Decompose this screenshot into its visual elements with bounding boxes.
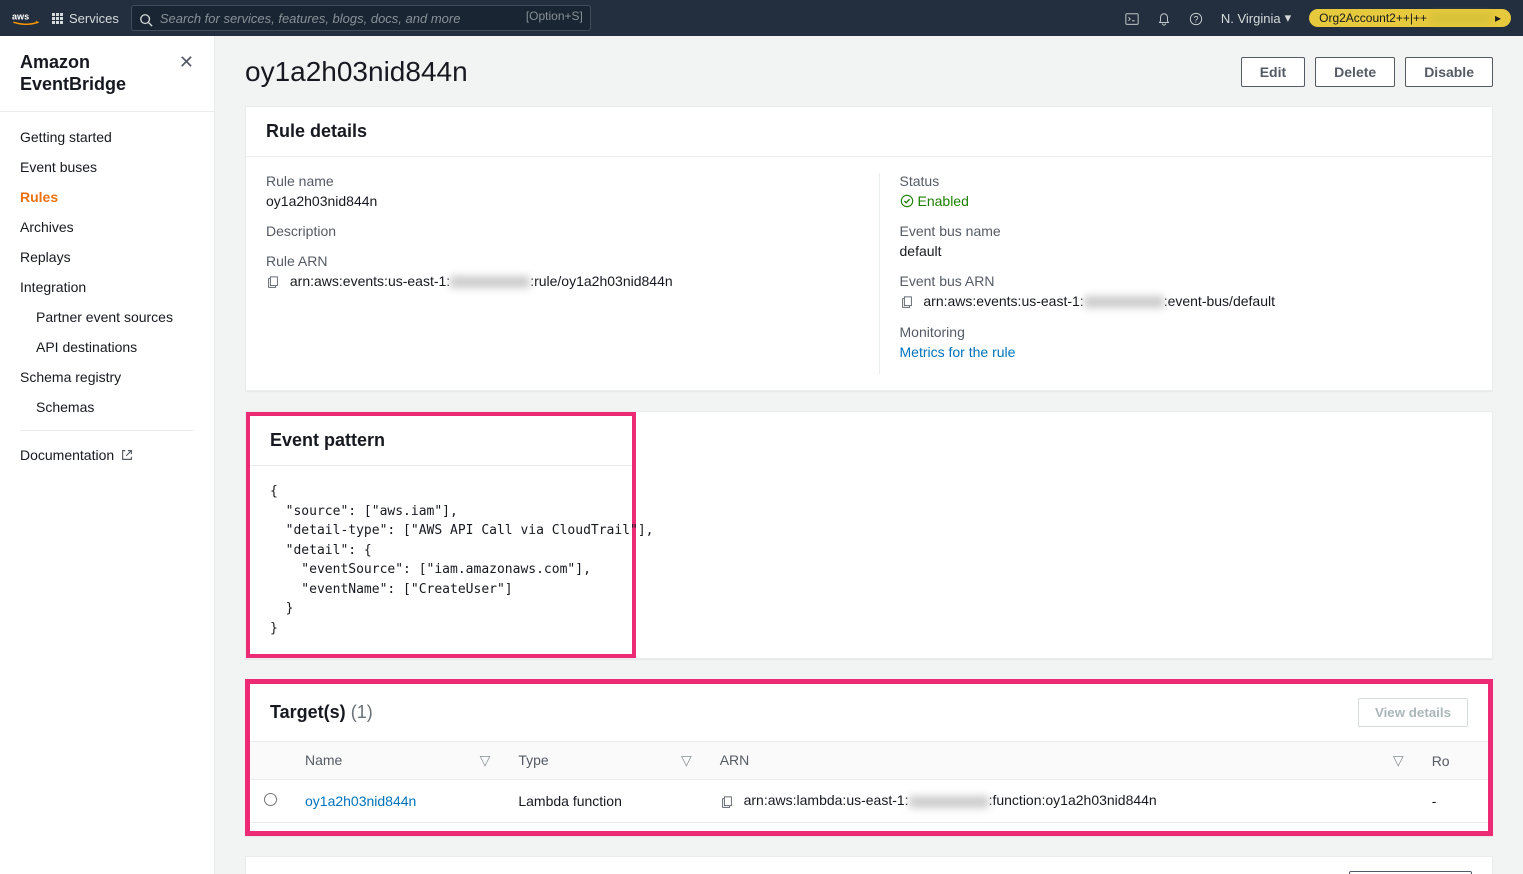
- aws-logo[interactable]: aws: [12, 9, 40, 27]
- services-label: Services: [69, 11, 119, 26]
- svg-text:?: ?: [1193, 15, 1198, 25]
- sidebar-item-integration[interactable]: Integration: [0, 272, 214, 302]
- close-icon[interactable]: ✕: [179, 52, 194, 73]
- sidebar-item-getting-started[interactable]: Getting started: [0, 122, 214, 152]
- event-pattern-code: { "source": ["aws.iam"], "detail-type": …: [270, 482, 612, 638]
- search-shortcut: [Option+S]: [526, 9, 583, 23]
- redacted: [1431, 13, 1491, 23]
- sidebar-item-archives[interactable]: Archives: [0, 212, 214, 242]
- status-label: Status: [900, 173, 1473, 189]
- cloudshell-icon[interactable]: [1125, 10, 1139, 26]
- rule-details-heading: Rule details: [246, 107, 1492, 157]
- documentation-label: Documentation: [20, 447, 114, 463]
- sidebar-item-partner-sources[interactable]: Partner event sources: [0, 302, 214, 332]
- description-label: Description: [266, 223, 839, 239]
- monitoring-link[interactable]: Metrics for the rule: [900, 344, 1016, 360]
- rule-name-label: Rule name: [266, 173, 839, 189]
- copy-icon[interactable]: [266, 274, 280, 290]
- sidebar-item-rules[interactable]: Rules: [0, 182, 214, 212]
- check-circle-icon: [900, 194, 914, 208]
- sidebar-title: Amazon EventBridge: [20, 52, 179, 95]
- region-label: N. Virginia: [1221, 11, 1281, 26]
- rule-name-value: oy1a2h03nid844n: [266, 193, 839, 209]
- search-container: [Option+S]: [131, 5, 591, 31]
- account-label: Org2Account2++|++: [1319, 11, 1427, 25]
- column-arn[interactable]: ARN▽: [706, 742, 1418, 780]
- chevron-down-icon: ▸: [1495, 11, 1501, 25]
- sidebar-item-replays[interactable]: Replays: [0, 242, 214, 272]
- target-name-link[interactable]: oy1a2h03nid844n: [305, 793, 416, 809]
- services-menu[interactable]: Services: [52, 11, 119, 26]
- sidebar-item-schema-registry[interactable]: Schema registry: [0, 362, 214, 392]
- event-pattern-heading: Event pattern: [250, 416, 632, 466]
- target-select-radio[interactable]: [264, 793, 277, 806]
- targets-count: (1): [351, 702, 373, 722]
- event-pattern-panel: Event pattern { "source": ["aws.iam"], "…: [245, 411, 1493, 659]
- sidebar-item-api-destinations[interactable]: API destinations: [0, 332, 214, 362]
- targets-heading: Target(s): [270, 702, 346, 722]
- table-row: oy1a2h03nid844n Lambda function arn:aws:…: [250, 780, 1488, 822]
- search-icon: [139, 11, 153, 27]
- column-role: Ro: [1418, 742, 1488, 780]
- top-navigation: aws Services [Option+S] ? N. Virginia ▾ …: [0, 0, 1523, 36]
- external-link-icon: [120, 448, 134, 462]
- eventbus-name-value: default: [900, 243, 1473, 259]
- eventbus-arn-label: Event bus ARN: [900, 273, 1473, 289]
- grid-icon: [52, 13, 63, 24]
- tags-panel: Tags (0) Manage tags: [245, 856, 1493, 874]
- view-details-button[interactable]: View details: [1358, 698, 1468, 727]
- search-input[interactable]: [131, 5, 591, 31]
- help-icon[interactable]: ?: [1189, 10, 1203, 26]
- eventbus-arn-value: arn:aws:events:us-east-1::event-bus/defa…: [923, 293, 1275, 309]
- delete-button[interactable]: Delete: [1315, 57, 1395, 87]
- copy-icon[interactable]: [720, 794, 734, 810]
- rule-details-panel: Rule details Rule name oy1a2h03nid844n D…: [245, 106, 1493, 391]
- disable-button[interactable]: Disable: [1405, 57, 1493, 87]
- target-type: Lambda function: [504, 780, 705, 822]
- chevron-down-icon: ▾: [1285, 10, 1292, 26]
- sort-icon: ▽: [1393, 752, 1404, 769]
- region-selector[interactable]: N. Virginia ▾: [1221, 10, 1291, 26]
- target-role: -: [1418, 780, 1488, 822]
- column-name[interactable]: Name▽: [291, 742, 504, 780]
- svg-text:aws: aws: [12, 11, 29, 21]
- rule-arn-value: arn:aws:events:us-east-1::rule/oy1a2h03n…: [290, 273, 673, 289]
- page-title: oy1a2h03nid844n: [245, 56, 468, 88]
- account-menu[interactable]: Org2Account2++|++ ▸: [1309, 9, 1511, 27]
- targets-panel: Target(s) (1) View details Name▽ Type▽ A…: [245, 679, 1493, 835]
- sidebar-item-schemas[interactable]: Schemas: [0, 392, 214, 422]
- targets-table: Name▽ Type▽ ARN▽ Ro oy1a2h03nid844n Lamb…: [250, 742, 1488, 822]
- monitoring-label: Monitoring: [900, 324, 1473, 340]
- sort-icon: ▽: [480, 752, 491, 769]
- column-type[interactable]: Type▽: [504, 742, 705, 780]
- sidebar-item-event-buses[interactable]: Event buses: [0, 152, 214, 182]
- main-content: oy1a2h03nid844n Edit Delete Disable Rule…: [215, 36, 1523, 874]
- eventbus-name-label: Event bus name: [900, 223, 1473, 239]
- sort-icon: ▽: [681, 752, 692, 769]
- edit-button[interactable]: Edit: [1241, 57, 1305, 87]
- sidebar-nav: Getting started Event buses Rules Archiv…: [0, 112, 214, 481]
- documentation-link[interactable]: Documentation: [0, 439, 214, 471]
- copy-icon[interactable]: [900, 294, 914, 310]
- target-arn: arn:aws:lambda:us-east-1::function:oy1a2…: [744, 792, 1157, 808]
- status-value: Enabled: [900, 193, 1473, 209]
- sidebar: Amazon EventBridge ✕ Getting started Eve…: [0, 36, 215, 874]
- rule-arn-label: Rule ARN: [266, 253, 839, 269]
- notifications-icon[interactable]: [1157, 10, 1171, 26]
